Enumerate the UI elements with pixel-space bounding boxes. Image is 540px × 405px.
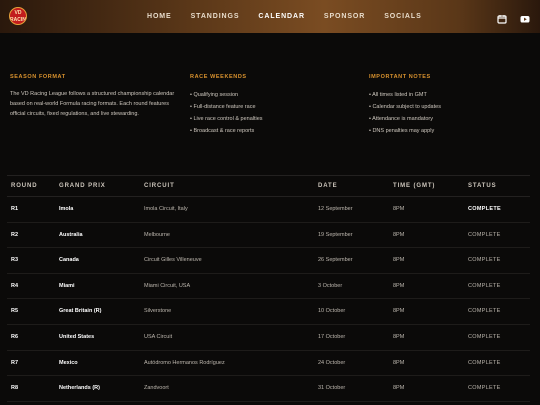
list-item: • Qualifying session: [190, 92, 239, 98]
youtube-icon[interactable]: [520, 11, 530, 23]
round-cell: R4: [11, 282, 19, 289]
circuit-cell: USA Circuit: [144, 333, 173, 340]
time-cell: 8PM: [393, 257, 405, 264]
grand-prix-cell: United States: [59, 333, 95, 340]
grand-prix-cell: Imola: [59, 206, 74, 212]
status-cell: COMPLETE: [468, 257, 501, 264]
status-cell: COMPLETE: [468, 333, 501, 340]
circuit-cell: Autódromo Hermanos Rodríguez: [144, 359, 225, 366]
status-cell: COMPLETE: [468, 206, 501, 212]
list-item: • DNS penalties may apply: [369, 128, 435, 134]
time-cell: 8PM: [393, 359, 405, 366]
round-cell: R2: [11, 231, 19, 238]
header-date: DATE: [318, 183, 338, 189]
status-cell: COMPLETE: [468, 385, 501, 392]
date-cell: 31 October: [318, 385, 346, 392]
table-row: R5 Great Britain (R) Silverstone 10 October…: [7, 299, 530, 325]
circuit-cell: Imola Circuit, Italy: [144, 206, 188, 212]
time-cell: 8PM: [393, 385, 405, 392]
list-item: • Broadcast & race reports: [190, 128, 255, 134]
grand-prix-cell: Mexico: [59, 359, 78, 366]
round-cell: R1: [11, 206, 19, 212]
grand-prix-cell: Netherlands (R): [59, 385, 100, 392]
list-item: • Calendar subject to updates: [369, 104, 441, 110]
main-nav: HOME STANDINGS CALENDAR SPONSOR SOCIALS: [147, 0, 441, 33]
table-row: R2 Australia Melbourne 19 September 8PM COMPL…: [7, 223, 530, 249]
calendar-icon[interactable]: [497, 11, 507, 24]
header-circuit: CIRCUIT: [144, 183, 175, 189]
top-nav-bar: VD RACING HOME STANDINGS CALENDAR SPONSO…: [0, 0, 540, 33]
round-cell: R6: [11, 333, 19, 340]
table-body: R1 Imola Imola Circuit, Italy 12 September 8…: [7, 197, 530, 402]
list-item: • Full-distance feature race: [190, 104, 256, 110]
round-cell: R5: [11, 308, 19, 315]
status-cell: COMPLETE: [468, 308, 501, 315]
race-weekends-title: RACE WEEKENDS: [190, 74, 247, 80]
date-cell: 10 October: [318, 308, 346, 315]
table-row: R8 Netherlands (R) Zandvoort 31 October 8PM C…: [7, 376, 530, 402]
time-cell: 8PM: [393, 333, 405, 340]
table-row: R7 Mexico Autódromo Hermanos Rodríguez 24 O…: [7, 351, 530, 377]
list-item: • Attendance is mandatory: [369, 116, 433, 122]
table-row: R4 Miami Miami Circuit, USA 3 October 8PM COM…: [7, 274, 530, 300]
date-cell: 3 October: [318, 282, 343, 289]
grand-prix-cell: Great Britain (R): [59, 308, 102, 315]
time-cell: 8PM: [393, 206, 405, 212]
race-weekends-list: • Qualifying session • Full-distance fea…: [190, 89, 263, 137]
table-row: R6 United States USA Circuit 17 October 8PM C…: [7, 325, 530, 351]
nav-calendar[interactable]: CALENDAR: [258, 13, 304, 20]
grand-prix-cell: Miami: [59, 282, 75, 289]
season-format-block: SEASON FORMAT The VD Racing League follo…: [10, 74, 175, 119]
circuit-cell: Silverstone: [144, 308, 172, 315]
important-notes-title: IMPORTANT NOTES: [369, 74, 431, 80]
date-cell: 12 September: [318, 206, 353, 212]
circuit-cell: Miami Circuit, USA: [144, 282, 191, 289]
header-status: STATUS: [468, 183, 497, 189]
circuit-cell: Zandvoort: [144, 385, 169, 392]
round-cell: R3: [11, 257, 19, 264]
nav-home[interactable]: HOME: [147, 13, 172, 20]
status-cell: COMPLETE: [468, 231, 501, 238]
list-item: • Live race control & penalties: [190, 116, 263, 122]
table-row: R3 Canada Circuit Gilles Villeneuve 26 Sept…: [7, 248, 530, 274]
table-header: ROUND GRAND PRIX CIRCUIT DATE TIME (GMT)…: [7, 175, 530, 197]
status-cell: COMPLETE: [468, 282, 501, 289]
important-notes-list: • All times listed in GMT • Calendar sub…: [369, 89, 441, 137]
nav-socials[interactable]: SOCIALS: [384, 13, 421, 20]
circuit-cell: Melbourne: [144, 231, 170, 238]
time-cell: 8PM: [393, 282, 405, 289]
season-format-text: The VD Racing League follows a structure…: [10, 91, 175, 117]
header-round: ROUND: [11, 183, 38, 189]
time-cell: 8PM: [393, 308, 405, 315]
nav-icons: [497, 11, 530, 24]
header-time: TIME (GMT): [393, 183, 436, 189]
logo-text: VD RACING: [10, 10, 26, 23]
grand-prix-cell: Australia: [59, 231, 83, 238]
season-format-title: SEASON FORMAT: [10, 74, 66, 80]
circuit-cell: Circuit Gilles Villeneuve: [144, 257, 202, 264]
header-grand-prix: GRAND PRIX: [59, 183, 106, 189]
date-cell: 24 October: [318, 359, 346, 366]
round-cell: R8: [11, 385, 19, 392]
table-row: R1 Imola Imola Circuit, Italy 12 September 8…: [7, 197, 530, 223]
round-cell: R7: [11, 359, 19, 366]
date-cell: 26 September: [318, 257, 353, 264]
time-cell: 8PM: [393, 231, 405, 238]
league-logo[interactable]: VD RACING: [9, 7, 27, 25]
date-cell: 17 October: [318, 333, 346, 340]
list-item: • All times listed in GMT: [369, 92, 427, 98]
race-weekends-block: RACE WEEKENDS • Qualifying session • Ful…: [190, 74, 263, 137]
calendar-table: ROUND GRAND PRIX CIRCUIT DATE TIME (GMT)…: [7, 175, 530, 402]
nav-standings[interactable]: STANDINGS: [191, 13, 240, 20]
grand-prix-cell: Canada: [59, 257, 79, 264]
date-cell: 19 September: [318, 231, 353, 238]
status-cell: COMPLETE: [468, 359, 501, 366]
nav-sponsor[interactable]: SPONSOR: [324, 13, 365, 20]
important-notes-block: IMPORTANT NOTES • All times listed in GM…: [369, 74, 441, 137]
